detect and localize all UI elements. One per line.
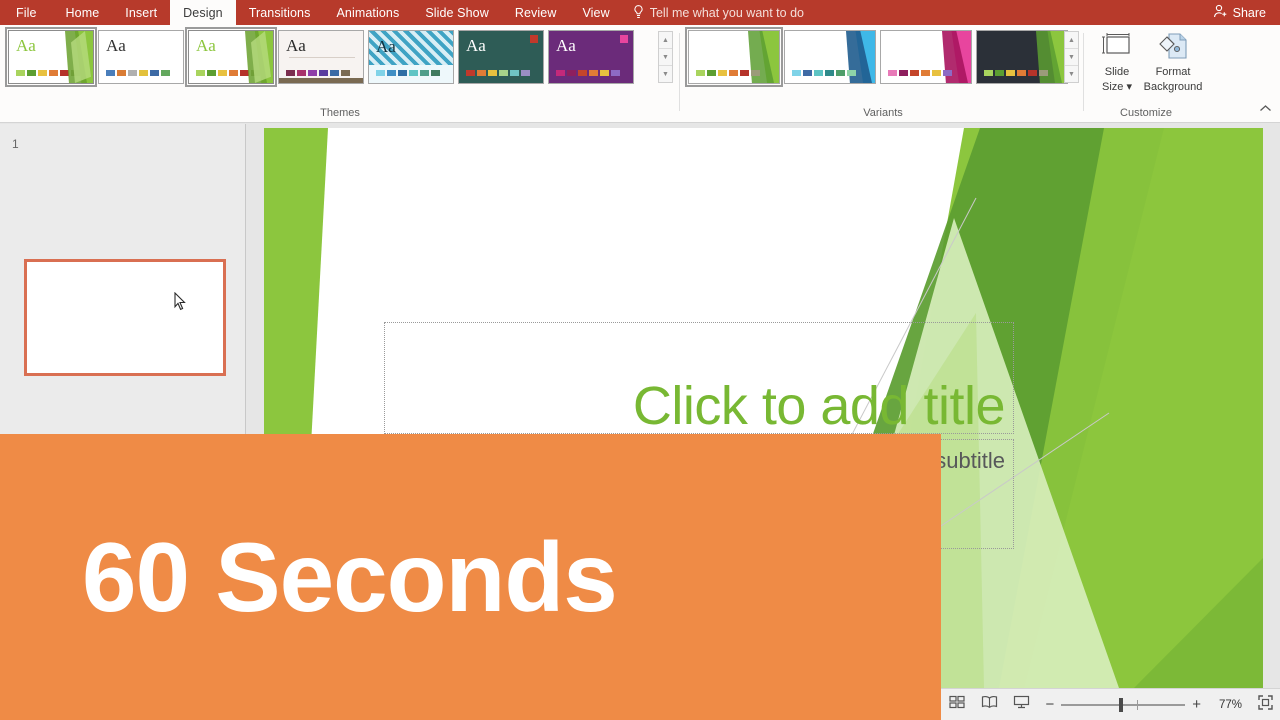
slide-size-button[interactable]: Slide Size ▾ [1090,31,1144,93]
zoom-control[interactable]: − + 77% [1037,696,1250,713]
themes-group-label: Themes [320,107,360,119]
theme-thumb-purple[interactable]: Aa [548,30,634,84]
slide-size-label-1: Slide [1104,66,1130,79]
zoom-level-label[interactable]: 77% [1208,699,1242,711]
tell-me-label: Tell me what you want to do [649,5,804,20]
zoom-out-button[interactable]: − [1045,696,1054,713]
facet-graphic [59,31,93,83]
reading-view-icon [981,695,998,714]
ribbon-tab-review[interactable]: Review [502,0,570,25]
variant-thumb-green[interactable] [685,27,783,87]
zoom-slider-track[interactable] [1061,697,1186,712]
slide-size-label-2: Size ▾ [1102,80,1132,93]
ribbon-tab-view[interactable]: View [569,0,622,25]
theme-swatches [466,70,530,76]
theme-thumb-wisp[interactable]: Aa [278,30,364,84]
chevron-up-icon[interactable] [1259,104,1272,116]
scroll-down-icon[interactable]: ▼ [1065,49,1078,66]
fit-to-window-icon [1257,694,1273,715]
variants-gallery[interactable] [685,27,1068,87]
ribbon-body: Aa Aa Aa Aa Aa Aa Aa ▲ ▼ ▼ Themes ▲ ▼ ▼ … [0,25,1280,123]
theme-sample-text: Aa [106,36,126,55]
overlay-title-text: 60 Seconds [82,522,618,632]
gallery-more-icon[interactable]: ▼ [1065,66,1078,82]
person-add-icon [1213,4,1228,21]
variants-group-label: Variants [863,107,903,119]
theme-thumb-dark-teal[interactable]: Aa [458,30,544,84]
title-placeholder[interactable]: Click to add title [384,322,1014,436]
slide-sorter-icon [949,695,966,714]
variant-thumb-pink[interactable] [880,30,972,84]
ribbon-tab-file[interactable]: File [0,0,53,25]
format-background-label-1: Format [1155,66,1191,79]
scroll-down-icon[interactable]: ▼ [659,49,672,66]
themes-group: Aa Aa Aa Aa Aa Aa Aa ▲ ▼ ▼ Themes [0,25,680,123]
ribbon-tab-animations[interactable]: Animations [323,0,412,25]
variant-thumb-blue[interactable] [784,30,876,84]
ribbon-tab-insert[interactable]: Insert [112,0,170,25]
theme-swatches [556,70,620,76]
reading-view-button[interactable] [973,692,1005,718]
share-label: Share [1232,5,1266,20]
customize-group: Slide Size ▾ Format Background Customize [1086,25,1206,123]
theme-sample-text: Aa [376,37,396,56]
fit-to-window-button[interactable] [1250,692,1280,718]
themes-gallery-scroll[interactable]: ▲ ▼ ▼ [658,31,673,83]
ribbon-tab-bar: File Home Insert Design Transitions Anim… [0,0,1280,25]
slide-size-icon [1100,31,1134,64]
theme-sample-text: Aa [556,36,576,55]
slide-show-icon [1013,695,1030,714]
slide-thumbnail-1[interactable] [24,259,226,376]
mouse-pointer-icon [174,291,187,311]
ribbon-tab-design[interactable]: Design [170,0,236,25]
lightbulb-icon [633,4,644,21]
zoom-slider-handle[interactable] [1119,697,1124,712]
variant-swatches [984,70,1048,76]
share-button[interactable]: Share [1201,0,1280,25]
variant-swatches [696,70,760,76]
theme-swatches [106,70,170,76]
theme-sample-text: Aa [16,36,36,55]
variant-thumb-dark[interactable] [976,30,1068,84]
theme-sample-text: Aa [196,36,216,55]
ribbon-tab-slide-show[interactable]: Slide Show [412,0,502,25]
scroll-up-icon[interactable]: ▲ [1065,32,1078,49]
tell-me-box[interactable]: Tell me what you want to do [623,0,814,25]
variants-gallery-scroll[interactable]: ▲ ▼ ▼ [1064,31,1079,83]
theme-sample-text: Aa [286,36,306,55]
ribbon-tab-transitions[interactable]: Transitions [236,0,324,25]
format-background-icon [1156,31,1190,64]
gallery-more-icon[interactable]: ▼ [659,66,672,82]
theme-thumb-office[interactable]: Aa [98,30,184,84]
variants-group: ▲ ▼ ▼ Variants [682,25,1084,123]
facet-graphic [239,31,273,83]
theme-swatches [286,70,350,76]
variant-swatches [792,70,856,76]
slide-number-label: 1 [12,137,19,151]
scroll-up-icon[interactable]: ▲ [659,32,672,49]
theme-thumb-facet-green[interactable]: Aa [5,27,97,87]
slide-show-button[interactable] [1005,692,1037,718]
slide-sorter-button[interactable] [941,692,973,718]
customize-group-label: Customize [1120,107,1172,119]
variant-swatches [888,70,952,76]
ribbon-tab-home[interactable]: Home [53,0,113,25]
theme-thumb-berlin[interactable]: Aa [368,30,454,84]
theme-swatches [376,70,440,76]
video-overlay-banner: 60 Seconds [0,434,941,720]
theme-sample-text: Aa [466,36,486,55]
themes-gallery[interactable]: Aa Aa Aa Aa Aa Aa Aa [5,27,634,87]
format-background-button[interactable]: Format Background [1142,31,1204,93]
slide-thumbnail-selection-border [24,259,226,376]
theme-thumb-facet-green-selected[interactable]: Aa [185,27,277,87]
format-background-label-2: Background [1143,80,1203,93]
zoom-slider-midpoint [1137,699,1139,710]
zoom-in-button[interactable]: + [1192,696,1201,713]
title-placeholder-text: Click to add title [632,376,1006,436]
